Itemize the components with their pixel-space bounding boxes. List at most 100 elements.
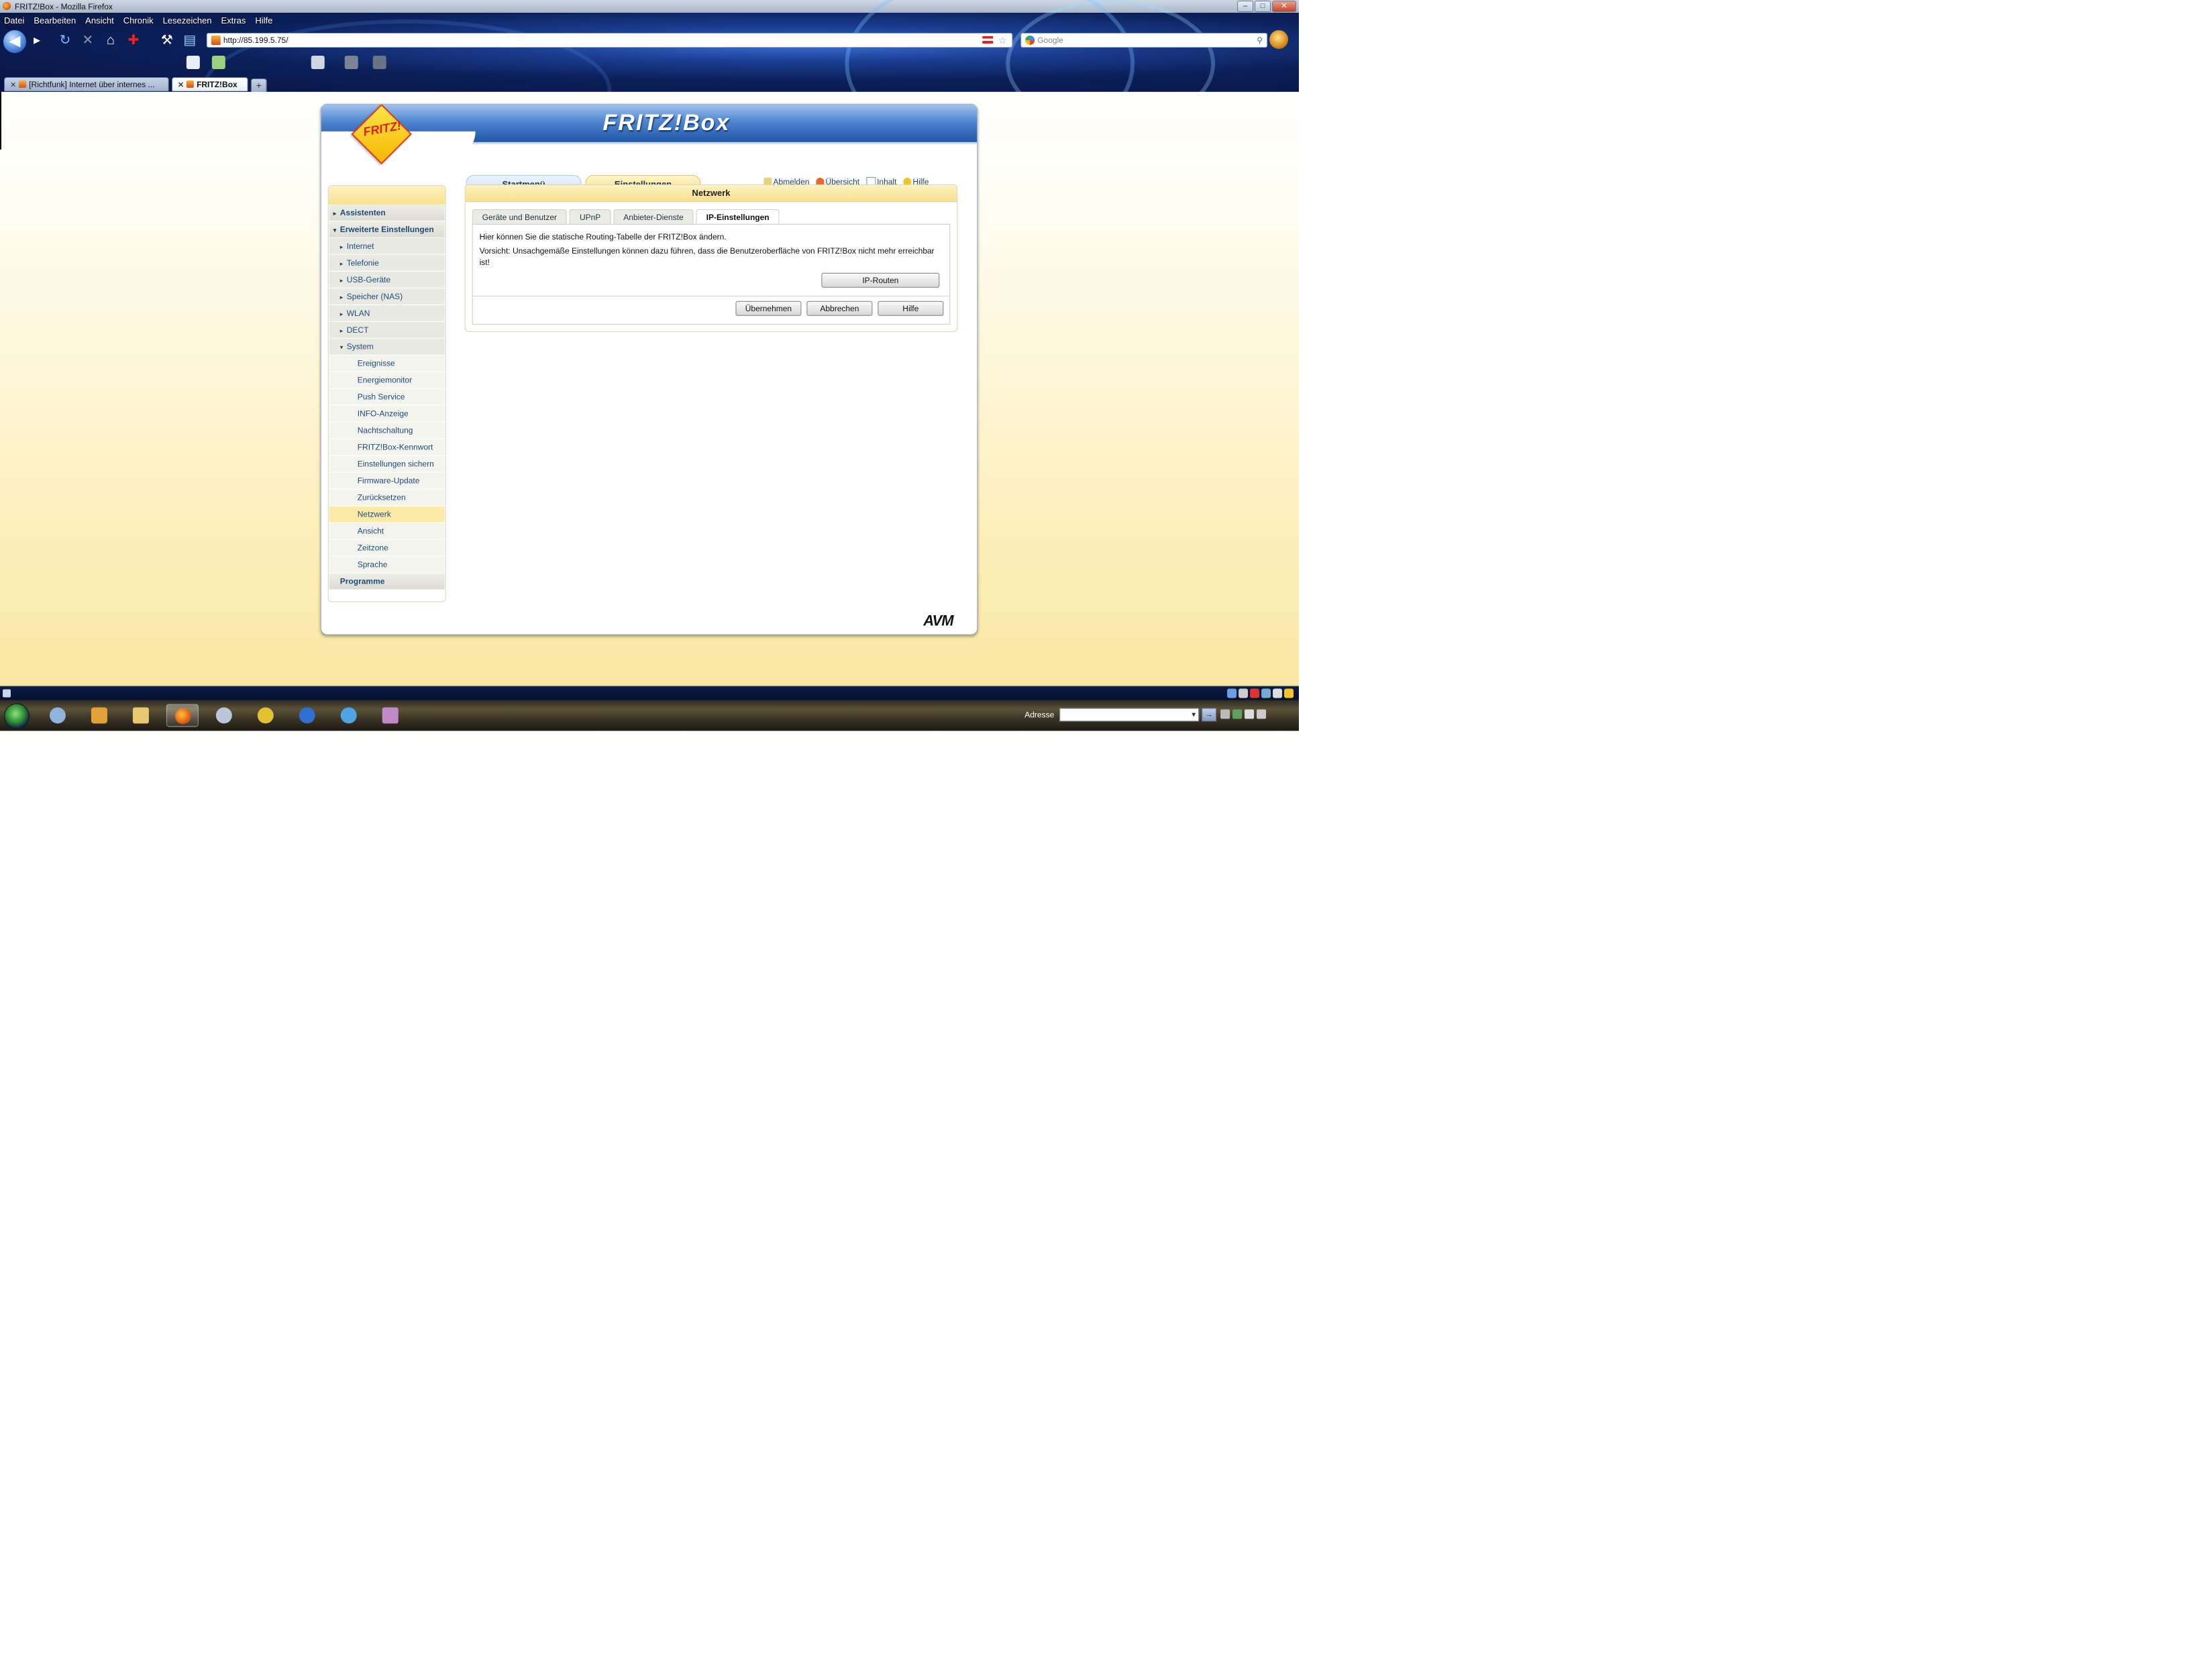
tray-security-icon[interactable]: [1232, 709, 1243, 719]
dropdown-arrow-icon[interactable]: ▼: [1190, 708, 1197, 722]
status-sync-icon[interactable]: [1261, 688, 1271, 698]
tab-close-icon[interactable]: ✕: [10, 81, 16, 89]
menu-bearbeiten[interactable]: Bearbeiten: [34, 15, 76, 25]
sidebar-arrow-icon: ▸: [339, 310, 344, 317]
search-icon[interactable]: ⚲: [1257, 34, 1263, 47]
sidebar-item[interactable]: Programme: [329, 573, 445, 590]
sidebar-arrow-icon: ▾: [333, 226, 337, 233]
sidebar-item[interactable]: ▾ Erweiterte Einstellungen: [329, 221, 445, 237]
new-tab-button[interactable]: +: [250, 78, 267, 93]
tab-upnp[interactable]: UPnP: [569, 209, 611, 225]
status-block-icon[interactable]: [1250, 688, 1260, 698]
sidebar-item[interactable]: Push Service: [329, 388, 445, 405]
address-input[interactable]: ▼: [1059, 708, 1200, 722]
sidebar-item[interactable]: Zurücksetzen: [329, 489, 445, 506]
google-icon[interactable]: [1025, 35, 1035, 45]
minimize-button[interactable]: –: [1237, 0, 1254, 12]
tray-arrow-icon[interactable]: [1220, 709, 1230, 719]
taskbar-music-app[interactable]: [333, 704, 365, 727]
tab-anbieter-dienste[interactable]: Anbieter-Dienste: [613, 209, 694, 225]
sidebar-item[interactable]: ▸ Speicher (NAS): [329, 288, 445, 305]
sidebar-item[interactable]: Zeitzone: [329, 539, 445, 556]
sidebar-item[interactable]: ▸ DECT: [329, 321, 445, 338]
taskbar-email-app[interactable]: [42, 704, 74, 727]
download-icon[interactable]: [211, 55, 225, 69]
back-button[interactable]: ◀: [2, 29, 27, 54]
forward-button[interactable]: ▸: [28, 32, 46, 49]
sidebar: ▸ Assistenten ▾ Erweiterte Einstellungen ▸ In…: [327, 184, 446, 602]
menu-lesezeichen[interactable]: Lesezeichen: [163, 15, 212, 25]
sidebar-item-label: Telefonie: [346, 258, 379, 268]
tools-icon[interactable]: ⚒: [158, 32, 176, 49]
taskbar-network-app[interactable]: [208, 704, 240, 727]
sidebar-item[interactable]: Nachtschaltung: [329, 422, 445, 439]
sidebar-item[interactable]: ▸ WLAN: [329, 305, 445, 321]
menu-extras[interactable]: Extras: [221, 15, 246, 25]
sidebar-item[interactable]: Ereignisse: [329, 355, 445, 372]
tray-network-icon[interactable]: [1245, 709, 1255, 719]
sidebar-item[interactable]: Firmware-Update: [329, 472, 445, 489]
tab-geraete-benutzer[interactable]: Geräte und Benutzer: [472, 209, 567, 225]
addon-icon[interactable]: ▤: [181, 32, 199, 49]
sidebar-item[interactable]: FRITZ!Box-Kennwort: [329, 439, 445, 456]
tab-richtfunk[interactable]: ✕ [Richtfunk] Internet über internes ...: [3, 76, 169, 91]
cancel-button[interactable]: Abbrechen: [806, 301, 873, 316]
print-icon[interactable]: [311, 55, 325, 69]
tab-close-icon[interactable]: ✕: [178, 81, 184, 89]
bookmark-plus-icon[interactable]: ✚: [125, 32, 142, 49]
search-box[interactable]: Google ⚲: [1020, 32, 1268, 48]
stop-icon[interactable]: ✕: [79, 32, 97, 49]
help-button[interactable]: Hilfe: [878, 301, 944, 316]
sidebar-item[interactable]: ▾ System: [329, 338, 445, 355]
sidebar-item[interactable]: ▸ USB-Geräte: [329, 271, 445, 288]
taskbar-firefox-app[interactable]: [166, 704, 199, 727]
sidebar-item[interactable]: INFO-Anzeige: [329, 405, 445, 422]
sidebar-item-label: Programme: [339, 576, 385, 586]
sidebar-arrow-icon: ▾: [339, 343, 344, 351]
sidebar-item[interactable]: ▸ Internet: [329, 237, 445, 254]
sidebar-item[interactable]: Ansicht: [329, 523, 445, 539]
maximize-button[interactable]: □: [1255, 0, 1271, 12]
status-smiley-icon[interactable]: [1284, 688, 1294, 698]
page-content: FRITZ!Box FRITZ! Startmenü Einstellungen…: [0, 91, 1300, 686]
ip-routes-button[interactable]: IP-Routen: [821, 272, 940, 288]
taskbar-misc-app[interactable]: [374, 704, 407, 727]
paste-icon[interactable]: [372, 55, 386, 69]
bookmark-star-icon[interactable]: ☆: [998, 34, 1007, 47]
menu-datei[interactable]: Datei: [4, 15, 24, 25]
avm-logo: AVM: [923, 612, 953, 629]
status-list-icon[interactable]: [1273, 688, 1283, 698]
sidebar-item-label: FRITZ!Box-Kennwort: [357, 442, 433, 452]
taskbar-browser-app[interactable]: [291, 704, 323, 727]
profile-avatar-icon[interactable]: [1269, 30, 1289, 49]
taskbar-explorer-app[interactable]: [125, 704, 157, 727]
taskbar-tool-app[interactable]: [250, 704, 282, 727]
sidebar-item-label: INFO-Anzeige: [357, 409, 409, 419]
sidebar-item[interactable]: Netzwerk: [329, 506, 445, 523]
tab-body: Hier können Sie die statische Routing-Ta…: [472, 223, 951, 325]
apply-button[interactable]: Übernehmen: [735, 301, 802, 316]
url-bar[interactable]: http://85.199.5.75/ ☆: [206, 32, 1013, 48]
menu-hilfe[interactable]: Hilfe: [255, 15, 272, 25]
sidebar-item[interactable]: ▸ Assistenten: [329, 204, 445, 221]
page-icon[interactable]: [186, 55, 200, 69]
sidebar-item[interactable]: ▸ Telefonie: [329, 254, 445, 271]
tab-ip-einstellungen[interactable]: IP-Einstellungen: [696, 209, 780, 225]
menu-chronik[interactable]: Chronik: [123, 15, 154, 25]
home-icon[interactable]: ⌂: [102, 32, 119, 49]
address-go-button[interactable]: →: [1202, 708, 1217, 722]
menu-ansicht[interactable]: Ansicht: [85, 15, 114, 25]
sidebar-item[interactable]: Sprache: [329, 556, 445, 573]
sidebar-item[interactable]: Einstellungen sichern: [329, 456, 445, 472]
close-window-button[interactable]: ✕: [1272, 0, 1297, 12]
reload-icon[interactable]: ↻: [56, 32, 74, 49]
start-button-icon[interactable]: [3, 703, 30, 729]
status-globe-icon[interactable]: [1227, 688, 1237, 698]
status-addon-icon[interactable]: [1239, 688, 1249, 698]
tray-volume-icon[interactable]: [1257, 709, 1267, 719]
taskbar-media-app[interactable]: [83, 704, 115, 727]
site-identity-icon[interactable]: [211, 35, 221, 45]
copy-icon[interactable]: [344, 55, 358, 69]
tab-fritzbox[interactable]: ✕ FRITZ!Box: [171, 76, 248, 91]
sidebar-item[interactable]: Energiemonitor: [329, 372, 445, 388]
